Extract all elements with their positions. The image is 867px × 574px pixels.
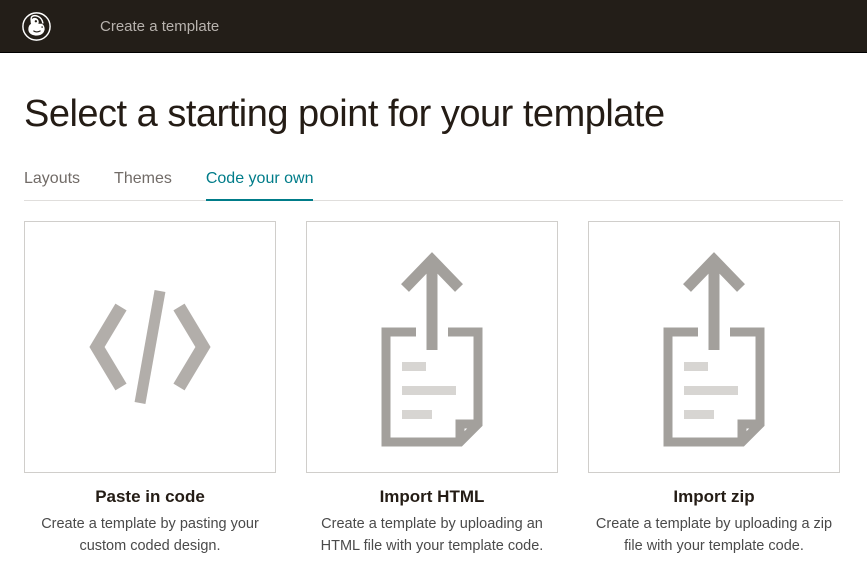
card-description: Create a template by pasting your custom…	[24, 513, 276, 558]
card-image	[588, 221, 840, 473]
card-description: Create a template by uploading a zip fil…	[588, 513, 840, 558]
code-brackets-icon	[55, 277, 245, 417]
tabs: Layouts Themes Code your own	[24, 170, 843, 201]
cards-row: Paste in code Create a template by pasti…	[24, 221, 843, 558]
upload-file-icon	[362, 242, 502, 452]
mailchimp-logo[interactable]	[20, 10, 52, 42]
tab-themes[interactable]: Themes	[114, 170, 172, 200]
card-import-html[interactable]: Import HTML Create a template by uploadi…	[306, 221, 558, 558]
card-paste-in-code[interactable]: Paste in code Create a template by pasti…	[24, 221, 276, 558]
card-description: Create a template by uploading an HTML f…	[306, 513, 558, 558]
page-title: Select a starting point for your templat…	[24, 93, 843, 136]
tab-code-your-own[interactable]: Code your own	[206, 170, 314, 200]
card-title: Import HTML	[306, 487, 558, 507]
tab-layouts[interactable]: Layouts	[24, 170, 80, 200]
card-title: Paste in code	[24, 487, 276, 507]
main-content: Select a starting point for your templat…	[0, 53, 867, 558]
breadcrumb[interactable]: Create a template	[100, 18, 219, 35]
card-image	[306, 221, 558, 473]
card-import-zip[interactable]: Import zip Create a template by uploadin…	[588, 221, 840, 558]
topbar: Create a template	[0, 0, 867, 53]
card-image	[24, 221, 276, 473]
upload-file-icon	[644, 242, 784, 452]
card-title: Import zip	[588, 487, 840, 507]
